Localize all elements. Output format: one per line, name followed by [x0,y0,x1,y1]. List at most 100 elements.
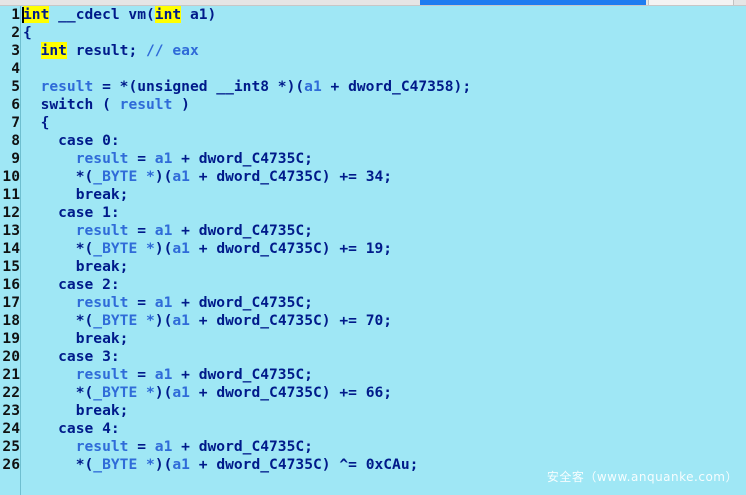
highlighted-keyword[interactable]: int [40,42,67,59]
code-text[interactable]: *(_BYTE *)(a1 + dword_C4735C) += 34; [23,168,392,186]
code-line[interactable]: 5 result = *(unsigned __int8 *)(a1 + dwo… [0,78,746,96]
code-line[interactable]: 7 { [0,114,746,132]
code-text[interactable]: switch ( result ) [23,96,190,114]
code-text[interactable]: case 2: [23,276,120,294]
identifier-token[interactable]: a1 [155,222,173,239]
code-token[interactable]: + dword_C4735C; [172,150,313,167]
code-line[interactable]: 25 result = a1 + dword_C4735C; [0,438,746,456]
code-line[interactable]: 8 case 0: [0,132,746,150]
code-token[interactable]: = [128,150,154,167]
identifier-token[interactable]: _BYTE * [93,384,155,401]
code-token[interactable]: = [128,222,154,239]
identifier-token[interactable]: result [76,438,129,455]
identifier-token[interactable]: a1 [172,168,190,185]
pseudocode-view[interactable]: 1 int __cdecl vm(int a1) 2{3 int result; /… [0,6,746,474]
code-text[interactable]: int result; // eax [23,42,199,60]
code-text[interactable]: *(_BYTE *)(a1 + dword_C4735C) += 19; [23,240,392,258]
code-token[interactable]: *( [23,240,94,257]
code-token[interactable]: + dword_C4735C; [172,438,313,455]
code-line[interactable]: 3 int result; // eax [0,42,746,60]
code-token[interactable]: + dword_C4735C) += 34; [190,168,392,185]
code-token[interactable]: *( [23,312,94,329]
code-token[interactable]: = [128,366,154,383]
active-tab[interactable] [420,0,646,5]
code-text[interactable]: case 4: [23,420,120,438]
inactive-tab[interactable] [648,0,734,5]
code-token[interactable]: *( [23,456,94,473]
code-token[interactable]: a1) [181,6,216,23]
code-text[interactable]: case 3: [23,348,120,366]
code-line[interactable]: 1 int __cdecl vm(int a1) [0,6,746,24]
highlighted-keyword[interactable]: int [23,6,50,23]
code-token[interactable] [23,438,76,455]
code-line[interactable]: 14 *(_BYTE *)(a1 + dword_C4735C) += 19; [0,240,746,258]
code-line[interactable]: 13 result = a1 + dword_C4735C; [0,222,746,240]
code-token[interactable]: + dword_C4735C) += 19; [190,240,392,257]
code-text[interactable]: result = *(unsigned __int8 *)(a1 + dword… [23,78,472,96]
code-token[interactable]: switch ( [23,96,120,113]
code-token[interactable] [23,78,41,95]
code-token[interactable]: case 0: [23,132,120,149]
code-text[interactable]: int __cdecl vm(int a1) [23,6,216,24]
code-line[interactable]: 2{ [0,24,746,42]
identifier-token[interactable]: a1 [155,294,173,311]
code-line[interactable]: 10 *(_BYTE *)(a1 + dword_C4735C) += 34; [0,168,746,186]
identifier-token[interactable]: a1 [155,438,173,455]
identifier-token[interactable]: result [41,78,94,95]
code-token[interactable]: + dword_C47358); [322,78,472,95]
code-line[interactable]: 20 case 3: [0,348,746,366]
code-token[interactable]: break; [23,330,129,347]
code-token[interactable]: *( [23,384,94,401]
identifier-token[interactable]: a1 [172,456,190,473]
code-token[interactable]: { [23,24,32,41]
highlighted-keyword[interactable]: int [154,6,182,23]
code-token[interactable]: { [23,114,50,131]
code-line[interactable]: 19 break; [0,330,746,348]
code-token[interactable]: break; [23,402,129,419]
code-line[interactable]: 18 *(_BYTE *)(a1 + dword_C4735C) += 70; [0,312,746,330]
identifier-token[interactable]: result [76,366,129,383]
code-text[interactable]: result = a1 + dword_C4735C; [23,366,313,384]
code-text[interactable]: break; [23,330,129,348]
code-line[interactable]: 21 result = a1 + dword_C4735C; [0,366,746,384]
code-line[interactable]: 17 result = a1 + dword_C4735C; [0,294,746,312]
code-token[interactable]: break; [23,258,129,275]
identifier-token[interactable]: _BYTE * [93,240,155,257]
code-line[interactable]: 24 case 4: [0,420,746,438]
comment-token[interactable]: // eax [146,42,199,59]
identifier-token[interactable]: _BYTE * [93,168,155,185]
code-token[interactable]: result; [67,42,146,59]
code-token[interactable]: + dword_C4735C) += 66; [190,384,392,401]
code-token[interactable] [23,366,76,383]
code-line[interactable]: 16 case 2: [0,276,746,294]
code-token[interactable] [23,222,76,239]
code-line[interactable]: 4 [0,60,746,78]
identifier-token[interactable]: result [76,150,129,167]
code-token[interactable]: )( [155,384,173,401]
code-line[interactable]: 23 break; [0,402,746,420]
code-line[interactable]: 12 case 1: [0,204,746,222]
code-text[interactable]: case 0: [23,132,120,150]
code-token[interactable]: case 1: [23,204,120,221]
code-text[interactable]: { [23,24,32,42]
code-token[interactable]: + dword_C4735C; [172,366,313,383]
code-token[interactable]: case 4: [23,420,120,437]
code-text[interactable]: *(_BYTE *)(a1 + dword_C4735C) ^= 0xCAu; [23,456,419,474]
code-token[interactable]: + dword_C4735C; [172,294,313,311]
code-token[interactable]: __cdecl vm( [49,6,155,23]
code-text[interactable]: result = a1 + dword_C4735C; [23,150,313,168]
code-token[interactable]: case 3: [23,348,120,365]
code-token[interactable] [23,42,41,59]
code-token[interactable]: *( [23,168,94,185]
identifier-token[interactable]: a1 [172,384,190,401]
code-token[interactable]: )( [155,168,173,185]
code-text[interactable]: break; [23,186,129,204]
identifier-token[interactable]: result [76,222,129,239]
identifier-token[interactable]: a1 [172,312,190,329]
code-text[interactable]: *(_BYTE *)(a1 + dword_C4735C) += 70; [23,312,392,330]
code-token[interactable]: + dword_C4735C) += 70; [190,312,392,329]
identifier-token[interactable]: _BYTE * [93,312,155,329]
code-token[interactable]: + dword_C4735C; [172,222,313,239]
code-token[interactable]: case 2: [23,276,120,293]
code-line[interactable]: 11 break; [0,186,746,204]
